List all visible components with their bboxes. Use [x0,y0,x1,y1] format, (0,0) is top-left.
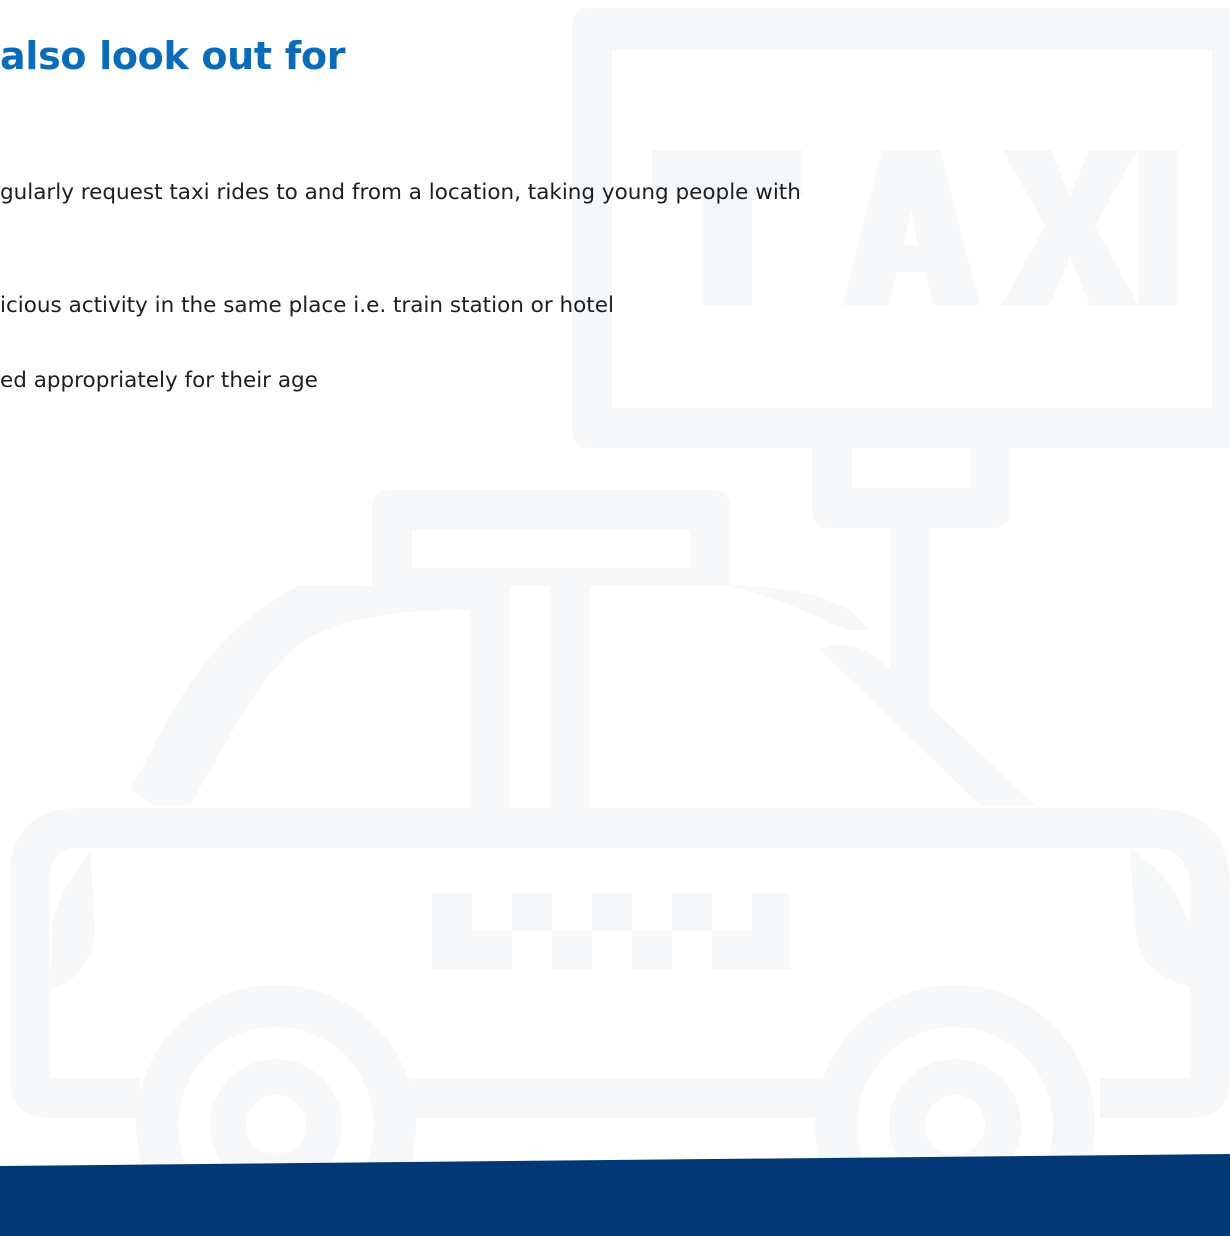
body-line-2: icious activity in the same place i.e. t… [0,293,614,318]
document-page: also look out for gularly request taxi r… [0,0,1230,1236]
body-line-3: ed appropriately for their age [0,368,318,393]
page-heading: also look out for [0,34,346,78]
body-line-1: gularly request taxi rides to and from a… [0,180,801,205]
